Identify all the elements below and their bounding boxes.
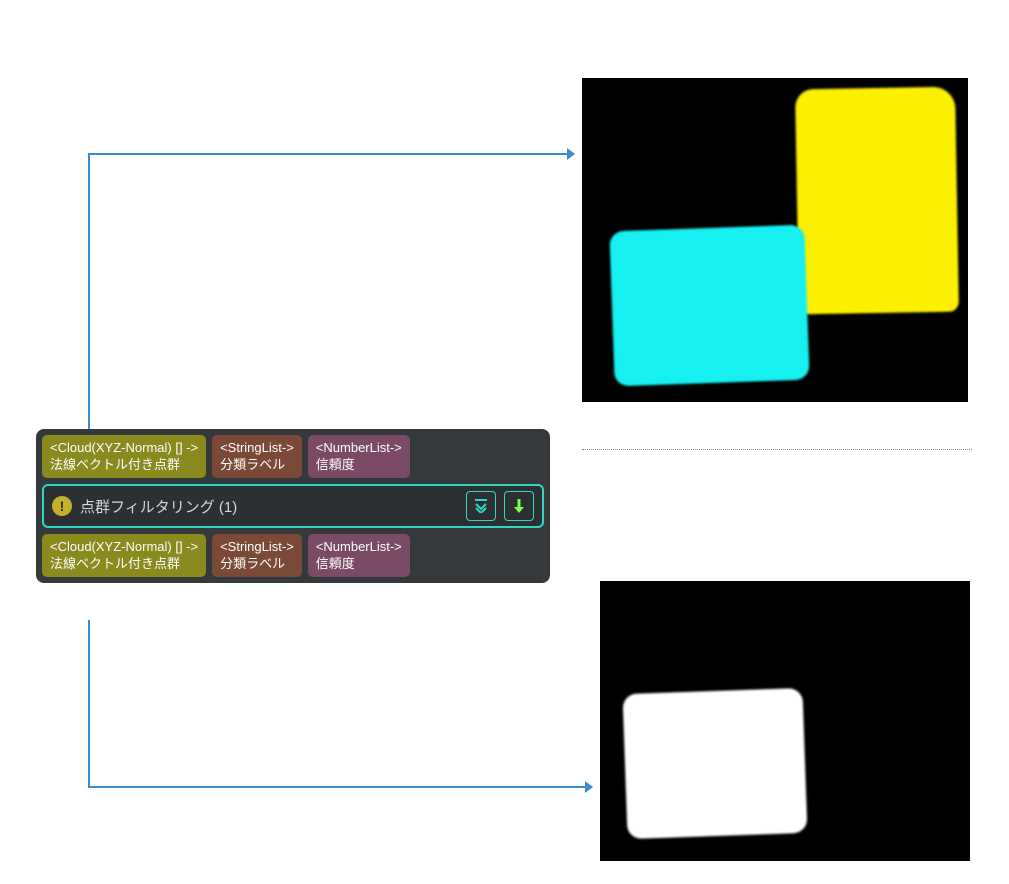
port-label: 法線ベクトル付き点群	[50, 555, 198, 572]
blob-cyan	[609, 225, 809, 387]
output-port-row: <Cloud(XYZ-Normal) [] -> 法線ベクトル付き点群 <Str…	[42, 534, 544, 577]
port-label: 分類ラベル	[220, 456, 294, 473]
wire-arrow-top	[567, 148, 575, 160]
port-label: 信頼度	[316, 456, 402, 473]
port-label: 分類ラベル	[220, 555, 294, 572]
output-port-number[interactable]: <NumberList-> 信頼度	[308, 534, 410, 577]
blob-yellow	[795, 87, 959, 315]
double-chevron-down-icon	[474, 499, 488, 513]
preview-output-cloud	[600, 581, 970, 861]
input-port-number[interactable]: <NumberList-> 信頼度	[308, 435, 410, 478]
output-port-string[interactable]: <StringList-> 分類ラベル	[212, 534, 302, 577]
input-port-cloud[interactable]: <Cloud(XYZ-Normal) [] -> 法線ベクトル付き点群	[42, 435, 206, 478]
input-port-string[interactable]: <StringList-> 分類ラベル	[212, 435, 302, 478]
wire-arrow-bottom	[585, 781, 593, 793]
port-label: 信頼度	[316, 555, 402, 572]
node-title: 点群フィルタリング (1)	[80, 496, 458, 517]
port-type: <Cloud(XYZ-Normal) [] ->	[50, 439, 198, 456]
wire-input-to-preview-top	[89, 154, 567, 437]
input-port-row: <Cloud(XYZ-Normal) [] -> 法線ベクトル付き点群 <Str…	[42, 435, 544, 478]
blob-white	[623, 688, 808, 839]
expand-down-button[interactable]	[466, 491, 496, 521]
port-type: <NumberList->	[316, 439, 402, 456]
port-type: <Cloud(XYZ-Normal) [] ->	[50, 538, 198, 555]
arrow-down-icon	[513, 499, 525, 513]
preview-input-cloud	[582, 78, 968, 402]
port-label: 法線ベクトル付き点群	[50, 456, 198, 473]
port-type: <NumberList->	[316, 538, 402, 555]
wire-output-to-preview-bottom	[89, 620, 585, 787]
warning-icon: !	[52, 496, 72, 516]
port-type: <StringList->	[220, 439, 294, 456]
port-type: <StringList->	[220, 538, 294, 555]
node-title-bar[interactable]: ! 点群フィルタリング (1)	[42, 484, 544, 528]
output-port-cloud[interactable]: <Cloud(XYZ-Normal) [] -> 法線ベクトル付き点群	[42, 534, 206, 577]
preview-divider	[582, 449, 972, 450]
filter-node[interactable]: <Cloud(XYZ-Normal) [] -> 法線ベクトル付き点群 <Str…	[36, 429, 550, 583]
run-down-button[interactable]	[504, 491, 534, 521]
